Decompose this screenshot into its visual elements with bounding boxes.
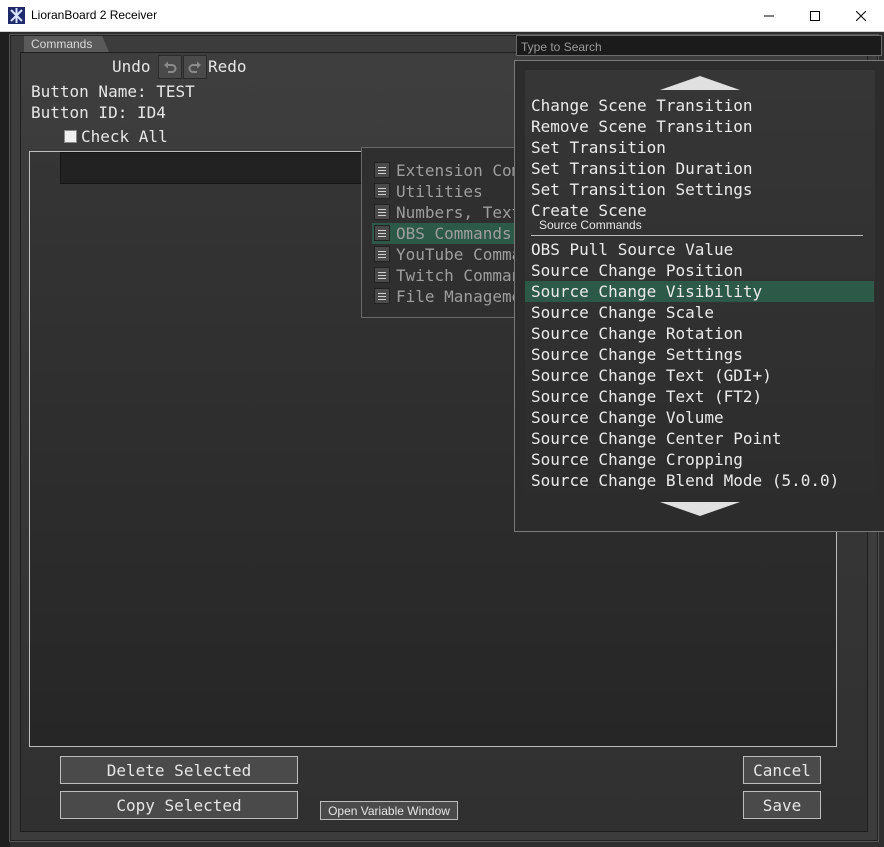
dropdown-item[interactable]: Source Change Text (FT2) bbox=[531, 386, 762, 407]
minimize-icon bbox=[764, 15, 774, 16]
maximize-button[interactable] bbox=[792, 0, 838, 31]
category-label: YouTube Commands bbox=[396, 245, 528, 264]
button-name-line: Button Name: TEST bbox=[31, 82, 195, 101]
search-input[interactable] bbox=[517, 37, 881, 57]
window-titlebar: LioranBoard 2 Receiver bbox=[0, 0, 884, 32]
dropdown-item[interactable]: Source Change Blend Mode (5.0.0) bbox=[531, 470, 839, 491]
dropdown-item[interactable]: OBS Pull Source Value bbox=[531, 239, 733, 260]
dropdown-item[interactable]: Source Change Position bbox=[531, 260, 743, 281]
tab-commands[interactable]: Commands bbox=[24, 36, 109, 52]
dropdown-item[interactable]: Source Change Volume bbox=[531, 407, 724, 428]
category-label: Numbers, Text bbox=[396, 203, 522, 222]
dropdown-item[interactable]: Source Change Settings bbox=[531, 344, 743, 365]
undo-icon bbox=[164, 61, 177, 73]
delete-selected-button[interactable]: Delete Selected bbox=[60, 756, 298, 784]
category-menu: Extension Commands Utilities Numbers, Te… bbox=[361, 147, 533, 318]
button-id-line: Button ID: ID4 bbox=[31, 103, 166, 122]
dropdown-item[interactable]: Set Transition bbox=[531, 137, 666, 158]
category-label: Utilities bbox=[396, 182, 483, 201]
scroll-down-arrow-icon[interactable] bbox=[660, 502, 740, 516]
category-item-utilities[interactable]: Utilities bbox=[372, 181, 530, 202]
maximize-icon bbox=[810, 10, 820, 21]
menu-icon bbox=[374, 204, 390, 220]
close-button[interactable] bbox=[838, 0, 884, 31]
menu-icon bbox=[374, 225, 390, 241]
window-title: LioranBoard 2 Receiver bbox=[31, 8, 158, 22]
category-item-youtube[interactable]: YouTube Commands bbox=[372, 244, 530, 265]
menu-icon bbox=[374, 267, 390, 283]
undo-label[interactable]: Undo bbox=[112, 57, 151, 76]
open-variable-window-button[interactable]: Open Variable Window bbox=[320, 801, 458, 820]
close-icon bbox=[856, 10, 866, 21]
minimize-button[interactable] bbox=[746, 0, 792, 31]
section-divider bbox=[531, 235, 863, 236]
category-label: OBS Commands bbox=[396, 224, 512, 243]
dropdown-item-selected[interactable]: Source Change Visibility bbox=[531, 281, 762, 302]
dropdown-item[interactable]: Set Transition Duration bbox=[531, 158, 753, 179]
save-button[interactable]: Save bbox=[743, 791, 821, 819]
check-all-checkbox[interactable] bbox=[64, 130, 77, 143]
section-header-source-commands: Source Commands bbox=[539, 218, 642, 232]
check-all-label[interactable]: Check All bbox=[81, 127, 168, 146]
dropdown-item[interactable]: Set Transition Settings bbox=[531, 179, 753, 200]
category-item-file-management[interactable]: File Management bbox=[372, 286, 530, 307]
category-label: Extension Commands bbox=[396, 161, 528, 180]
dropdown-item[interactable]: Source Change Rotation bbox=[531, 323, 743, 344]
menu-icon bbox=[374, 162, 390, 178]
dropdown-item[interactable]: Source Change Center Point bbox=[531, 428, 781, 449]
dropdown-item[interactable]: Source Change Scale bbox=[531, 302, 714, 323]
redo-label[interactable]: Redo bbox=[208, 57, 247, 76]
search-box[interactable] bbox=[516, 35, 882, 57]
category-label: Twitch Commands bbox=[396, 266, 528, 285]
dropdown-item[interactable]: Source Change Text (GDI+) bbox=[531, 365, 772, 386]
redo-icon bbox=[188, 61, 201, 73]
copy-selected-button[interactable]: Copy Selected bbox=[60, 791, 298, 819]
category-item-twitch[interactable]: Twitch Commands bbox=[372, 265, 530, 286]
cancel-button[interactable]: Cancel bbox=[743, 756, 821, 784]
scroll-up-arrow-icon[interactable] bbox=[660, 76, 740, 90]
redo-button[interactable] bbox=[183, 55, 207, 79]
menu-icon bbox=[374, 288, 390, 304]
dropdown-item[interactable]: Source Change Cropping bbox=[531, 449, 743, 470]
category-item-extension[interactable]: Extension Commands bbox=[372, 160, 530, 181]
category-label: File Management bbox=[396, 287, 528, 306]
dropdown-item[interactable]: Remove Scene Transition bbox=[531, 116, 753, 137]
category-item-numbers-text[interactable]: Numbers, Text bbox=[372, 202, 530, 223]
undo-button[interactable] bbox=[158, 55, 182, 79]
dropdown-item[interactable]: Change Scene Transition bbox=[531, 95, 753, 116]
category-item-obs[interactable]: OBS Commands bbox=[372, 223, 530, 244]
app-icon bbox=[8, 7, 25, 24]
menu-icon bbox=[374, 183, 390, 199]
menu-icon bbox=[374, 246, 390, 262]
